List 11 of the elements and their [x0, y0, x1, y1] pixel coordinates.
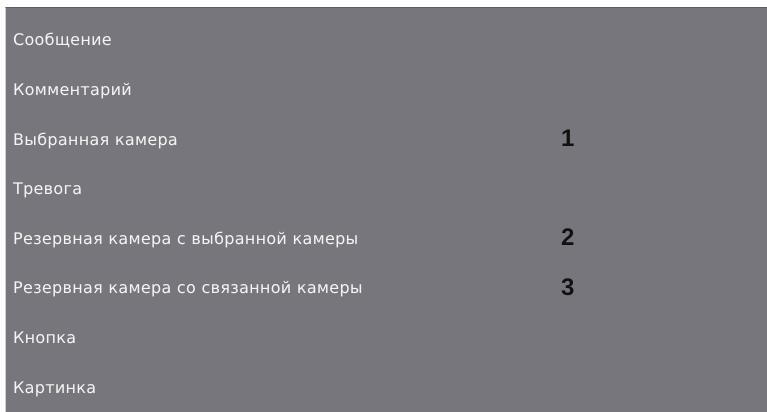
- annotation-number: 1: [561, 125, 576, 154]
- annotation-number: 2: [561, 224, 576, 252]
- menu-item[interactable]: Тревога: [13, 179, 561, 198]
- menu-item[interactable]: Резервная камера со связанной камеры: [13, 278, 561, 298]
- annotation-number: 3: [561, 274, 576, 302]
- menu-item[interactable]: Кнопка: [13, 328, 561, 348]
- menu-item[interactable]: Резервная камера с выбранной камеры: [13, 228, 561, 248]
- menu-item[interactable]: Выбранная камера: [13, 130, 561, 149]
- menu-item[interactable]: Картинка: [13, 378, 561, 397]
- menu-item[interactable]: Сообщение: [13, 30, 561, 50]
- menu-item[interactable]: Комментарий: [13, 80, 561, 99]
